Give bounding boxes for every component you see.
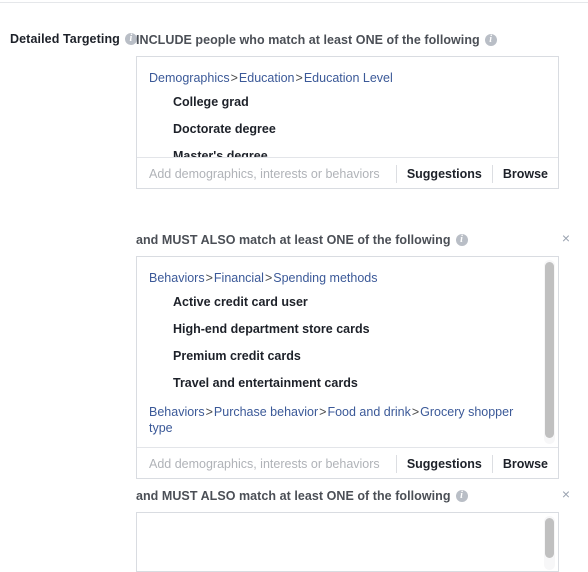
remove-group-button[interactable]: × bbox=[558, 486, 574, 502]
detailed-targeting-label: Detailed Targeting bbox=[10, 31, 137, 46]
info-icon[interactable] bbox=[484, 33, 497, 46]
selected-targeting-item[interactable]: Premium credit cards bbox=[149, 343, 536, 370]
targeting-box-must-also-1: Behaviors>Financial>Spending methods Act… bbox=[136, 255, 559, 479]
targeting-group-include: INCLUDE people who match at least ONE of… bbox=[136, 31, 588, 189]
scrollbar-track[interactable] bbox=[544, 515, 555, 570]
breadcrumb-separator: > bbox=[295, 70, 303, 85]
section-divider bbox=[0, 2, 588, 3]
breadcrumb-crumb[interactable]: Behaviors bbox=[149, 405, 205, 419]
breadcrumb-crumb[interactable]: Behaviors bbox=[149, 271, 205, 285]
selected-targeting-item[interactable]: College grad bbox=[149, 89, 546, 116]
targeting-group-must-also-2: and MUST ALSO match at least ONE of the … bbox=[136, 486, 588, 572]
targeting-group-must-also-1: and MUST ALSO match at least ONE of the … bbox=[136, 230, 588, 479]
group-header-must-also: and MUST ALSO match at least ONE of the … bbox=[136, 230, 588, 248]
browse-button[interactable]: Browse bbox=[503, 167, 548, 181]
divider bbox=[395, 164, 397, 183]
search-input[interactable] bbox=[149, 166, 386, 181]
targeting-box-include: Demographics>Education>Education Level C… bbox=[136, 55, 559, 189]
breadcrumb-separator: > bbox=[230, 70, 238, 85]
scrollbar-thumb[interactable] bbox=[545, 261, 554, 438]
targeting-box-must-also-1-body: Behaviors>Financial>Spending methods Act… bbox=[137, 257, 558, 447]
selected-targeting-item[interactable]: Doctorate degree bbox=[149, 116, 546, 143]
divider bbox=[395, 454, 397, 473]
group-header-include: INCLUDE people who match at least ONE of… bbox=[136, 31, 588, 48]
group-header-must-also-text: and MUST ALSO match at least ONE of the … bbox=[136, 232, 451, 247]
breadcrumb[interactable]: Behaviors>Financial>Spending methods bbox=[149, 267, 536, 289]
breadcrumb-separator: > bbox=[411, 404, 420, 419]
breadcrumb-crumb[interactable]: Purchase behavior bbox=[214, 405, 318, 419]
divider bbox=[491, 454, 493, 473]
breadcrumb-separator: > bbox=[205, 404, 213, 419]
breadcrumb[interactable]: Behaviors>Purchase behavior>Food and dri… bbox=[149, 397, 536, 438]
search-input[interactable] bbox=[149, 456, 386, 471]
browse-button[interactable]: Browse bbox=[503, 457, 548, 471]
info-icon[interactable] bbox=[455, 489, 468, 502]
selected-targeting-item[interactable]: Master's degree bbox=[149, 143, 546, 157]
selected-targeting-item[interactable]: Travel and entertainment cards bbox=[149, 370, 536, 397]
detailed-targeting-label-text: Detailed Targeting bbox=[10, 31, 120, 46]
targeting-input-row: Suggestions Browse bbox=[137, 156, 558, 188]
group-header-must-also: and MUST ALSO match at least ONE of the … bbox=[136, 486, 588, 504]
group-header-must-also-text: and MUST ALSO match at least ONE of the … bbox=[136, 488, 451, 503]
targeting-box-include-body: Demographics>Education>Education Level C… bbox=[137, 57, 558, 157]
breadcrumb-crumb[interactable]: Education bbox=[239, 71, 295, 85]
breadcrumb-separator: > bbox=[205, 270, 213, 285]
breadcrumb-crumb[interactable]: Food and drink bbox=[327, 405, 410, 419]
suggestions-button[interactable]: Suggestions bbox=[407, 167, 482, 181]
remove-group-button[interactable]: × bbox=[558, 230, 574, 246]
detailed-targeting-section: Detailed Targeting INCLUDE people who ma… bbox=[0, 0, 588, 572]
divider bbox=[491, 164, 493, 183]
breadcrumb-crumb[interactable]: Spending methods bbox=[273, 271, 377, 285]
selected-targeting-item[interactable]: Active credit card user bbox=[149, 289, 536, 316]
scrollbar-thumb[interactable] bbox=[545, 517, 554, 558]
targeting-box-must-also-2 bbox=[136, 511, 559, 572]
group-header-include-text: INCLUDE people who match at least ONE of… bbox=[136, 32, 480, 47]
breadcrumb-crumb[interactable]: Education Level bbox=[304, 71, 393, 85]
info-icon[interactable] bbox=[455, 233, 468, 246]
targeting-input-row: Suggestions Browse bbox=[137, 446, 558, 478]
targeting-box-must-also-2-body bbox=[137, 513, 558, 571]
breadcrumb-separator: > bbox=[264, 270, 273, 285]
scrollbar-track[interactable] bbox=[544, 259, 555, 444]
selected-targeting-item[interactable]: High-end department store cards bbox=[149, 316, 536, 343]
suggestions-button[interactable]: Suggestions bbox=[407, 457, 482, 471]
breadcrumb-crumb[interactable]: Financial bbox=[214, 271, 264, 285]
breadcrumb[interactable]: Demographics>Education>Education Level bbox=[149, 67, 546, 89]
breadcrumb-crumb[interactable]: Demographics bbox=[149, 71, 230, 85]
